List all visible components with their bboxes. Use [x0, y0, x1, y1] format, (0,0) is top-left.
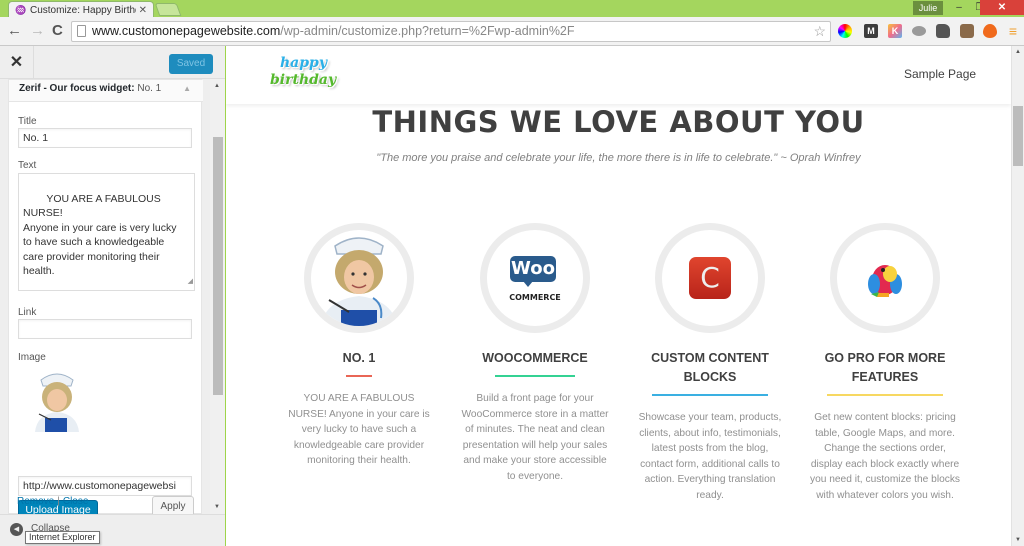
text-textarea[interactable]: YOU ARE A FABULOUS NURSE! Anyone in your… [18, 173, 195, 291]
instagram-extension-icon[interactable] [960, 24, 974, 38]
tab-close-icon[interactable]: ✕ [139, 5, 147, 16]
woo-logo-icon: Woo [510, 256, 556, 282]
text-textarea-value: YOU ARE A FABULOUS NURSE! Anyone in your… [23, 192, 177, 278]
new-tab-button[interactable] [154, 3, 182, 16]
sidebar-scroll-thumb[interactable] [213, 137, 223, 395]
link-label: Link [18, 307, 37, 318]
m-extension-icon[interactable]: M [864, 24, 878, 38]
focus-widget-form: Zerif - Our focus widget: No. 1 ▲ Title … [8, 79, 203, 514]
eye-extension-icon[interactable] [912, 26, 926, 36]
nav-sample-page[interactable]: Sample Page [904, 67, 976, 81]
forward-icon[interactable]: → [30, 22, 45, 40]
focus-item: NO. 1 YOU ARE A FABULOUS NURSE! Anyone i… [279, 223, 439, 469]
focus-image-circle: C [655, 223, 765, 333]
section-title: THINGS WE LOVE ABOUT YOU [372, 105, 865, 139]
image-label: Image [18, 352, 46, 363]
link-separator: | [57, 496, 60, 507]
profile-badge[interactable]: Julie [913, 1, 943, 15]
parrot-icon [868, 265, 902, 297]
image-link-row: Remove | Close [17, 496, 88, 507]
link-input[interactable] [18, 319, 192, 339]
wordpress-favicon-icon: ♒ [15, 5, 27, 15]
custom-content-c-icon: C [689, 257, 731, 299]
k-extension-icon[interactable]: K [888, 24, 902, 38]
site-preview: happy birthday Sample Page THINGS WE LOV… [226, 46, 1011, 546]
close-link[interactable]: Close [63, 496, 89, 507]
browser-toolbar: ← → C www.customonepagewebsite.com/wp-ad… [0, 17, 1024, 46]
resize-grip-icon[interactable]: ◢ [188, 275, 193, 290]
close-window-button[interactable]: ✕ [980, 0, 1024, 15]
customizer-panel: Zerif - Our focus widget: No. 1 ▲ Title … [0, 79, 225, 514]
section-quote: "The more you praise and celebrate your … [376, 152, 861, 164]
focus-item: Woo COMMERCE WOOCOMMERCE Build a front p… [455, 223, 615, 484]
focus-title: GO PRO FOR MORE FEATURES [824, 351, 946, 384]
customizer-sidebar: ✕ Saved Zerif - Our focus widget: No. 1 … [0, 46, 225, 546]
woo-commerce-text: COMMERCE [509, 293, 561, 302]
focus-description: Get new content blocks: pricing table, G… [809, 412, 961, 501]
minimize-button[interactable]: – [948, 0, 970, 15]
focus-image-circle: Woo COMMERCE [480, 223, 590, 333]
nurse-image-thumbnail [35, 373, 79, 432]
evernote-extension-icon[interactable] [936, 24, 950, 38]
customizer-header: ✕ Saved [0, 46, 225, 79]
focus-description: Build a front page for your WooCommerce … [461, 393, 609, 482]
focus-image-circle [304, 223, 414, 333]
focus-image-circle [830, 223, 940, 333]
close-customizer-icon[interactable]: ✕ [0, 46, 34, 79]
tooltip: Internet Explorer [25, 531, 100, 544]
widget-title-suffix: No. 1 [137, 83, 162, 94]
bookmark-star-icon[interactable]: ☆ [813, 22, 826, 41]
url-path: /wp-admin/customize.php?return=%2Fwp-adm… [280, 24, 575, 38]
collapse-icon[interactable]: ◀ [10, 523, 23, 536]
focus-item: GO PRO FOR MORE FEATURES Get new content… [805, 223, 965, 503]
color-wheel-extension-icon[interactable] [838, 24, 852, 38]
collapse-arrow-icon[interactable]: ▲ [183, 80, 191, 98]
focus-description: YOU ARE A FABULOUS NURSE! Anyone in your… [288, 393, 430, 466]
focus-description: Showcase your team, products, clients, a… [638, 412, 782, 501]
scroll-up-icon[interactable]: ▲ [1015, 49, 1021, 55]
tab-title: Customize: Happy Birthda [30, 4, 136, 16]
title-label: Title [18, 116, 37, 127]
woo-bubble-tail [523, 281, 533, 287]
sidebar-scrollbar[interactable]: ▲ ▼ [210, 79, 225, 514]
browser-tab-customize[interactable]: ♒ Customize: Happy Birthda ✕ [8, 1, 154, 18]
widget-title-bar[interactable]: Zerif - Our focus widget: No. 1 ▲ [9, 80, 203, 102]
focus-title: NO. 1 [342, 351, 376, 365]
logo-text-birthday: birthday [270, 72, 337, 88]
browser-titlebar: ♒ Customize: Happy Birthda ✕ Julie – ❐ ✕ [0, 0, 1024, 18]
address-bar[interactable]: www.customonepagewebsite.com/wp-admin/cu… [71, 21, 831, 42]
image-url-input[interactable]: http://www.customonepagewebsi [18, 476, 192, 496]
focus-title: WOOCOMMERCE [482, 351, 588, 365]
focus-title-underline [827, 394, 943, 396]
preview-scroll-thumb[interactable] [1013, 106, 1023, 166]
site-header: happy birthday Sample Page [226, 46, 1011, 104]
text-label: Text [18, 160, 37, 171]
remove-link[interactable]: Remove [17, 496, 54, 507]
reload-icon[interactable]: C [52, 22, 63, 40]
page-icon [77, 25, 86, 37]
saved-button[interactable]: Saved [169, 54, 213, 74]
focus-title: CUSTOM CONTENT BLOCKS [651, 351, 769, 384]
fire-extension-icon[interactable] [983, 24, 997, 38]
site-logo[interactable]: happy birthday [270, 55, 336, 97]
widget-title: Zerif - Our focus widget: [19, 83, 135, 94]
scroll-up-icon[interactable]: ▲ [214, 83, 220, 89]
focus-item: C CUSTOM CONTENT BLOCKS Showcase your te… [630, 223, 790, 503]
focus-title-underline [652, 394, 768, 396]
scroll-down-icon[interactable]: ▼ [214, 504, 220, 510]
back-icon[interactable]: ← [7, 22, 22, 40]
title-input[interactable]: No. 1 [18, 128, 192, 148]
chrome-menu-icon[interactable]: ≡ [1006, 24, 1020, 38]
scroll-down-icon[interactable]: ▼ [1015, 537, 1021, 543]
focus-title-underline [346, 375, 372, 377]
nurse-portrait-image [321, 237, 397, 326]
focus-title-underline [495, 375, 575, 377]
url-host: www.customonepagewebsite.com [92, 24, 281, 38]
preview-scrollbar[interactable]: ▲ ▼ [1011, 46, 1024, 546]
logo-text-happy: happy [280, 55, 327, 71]
